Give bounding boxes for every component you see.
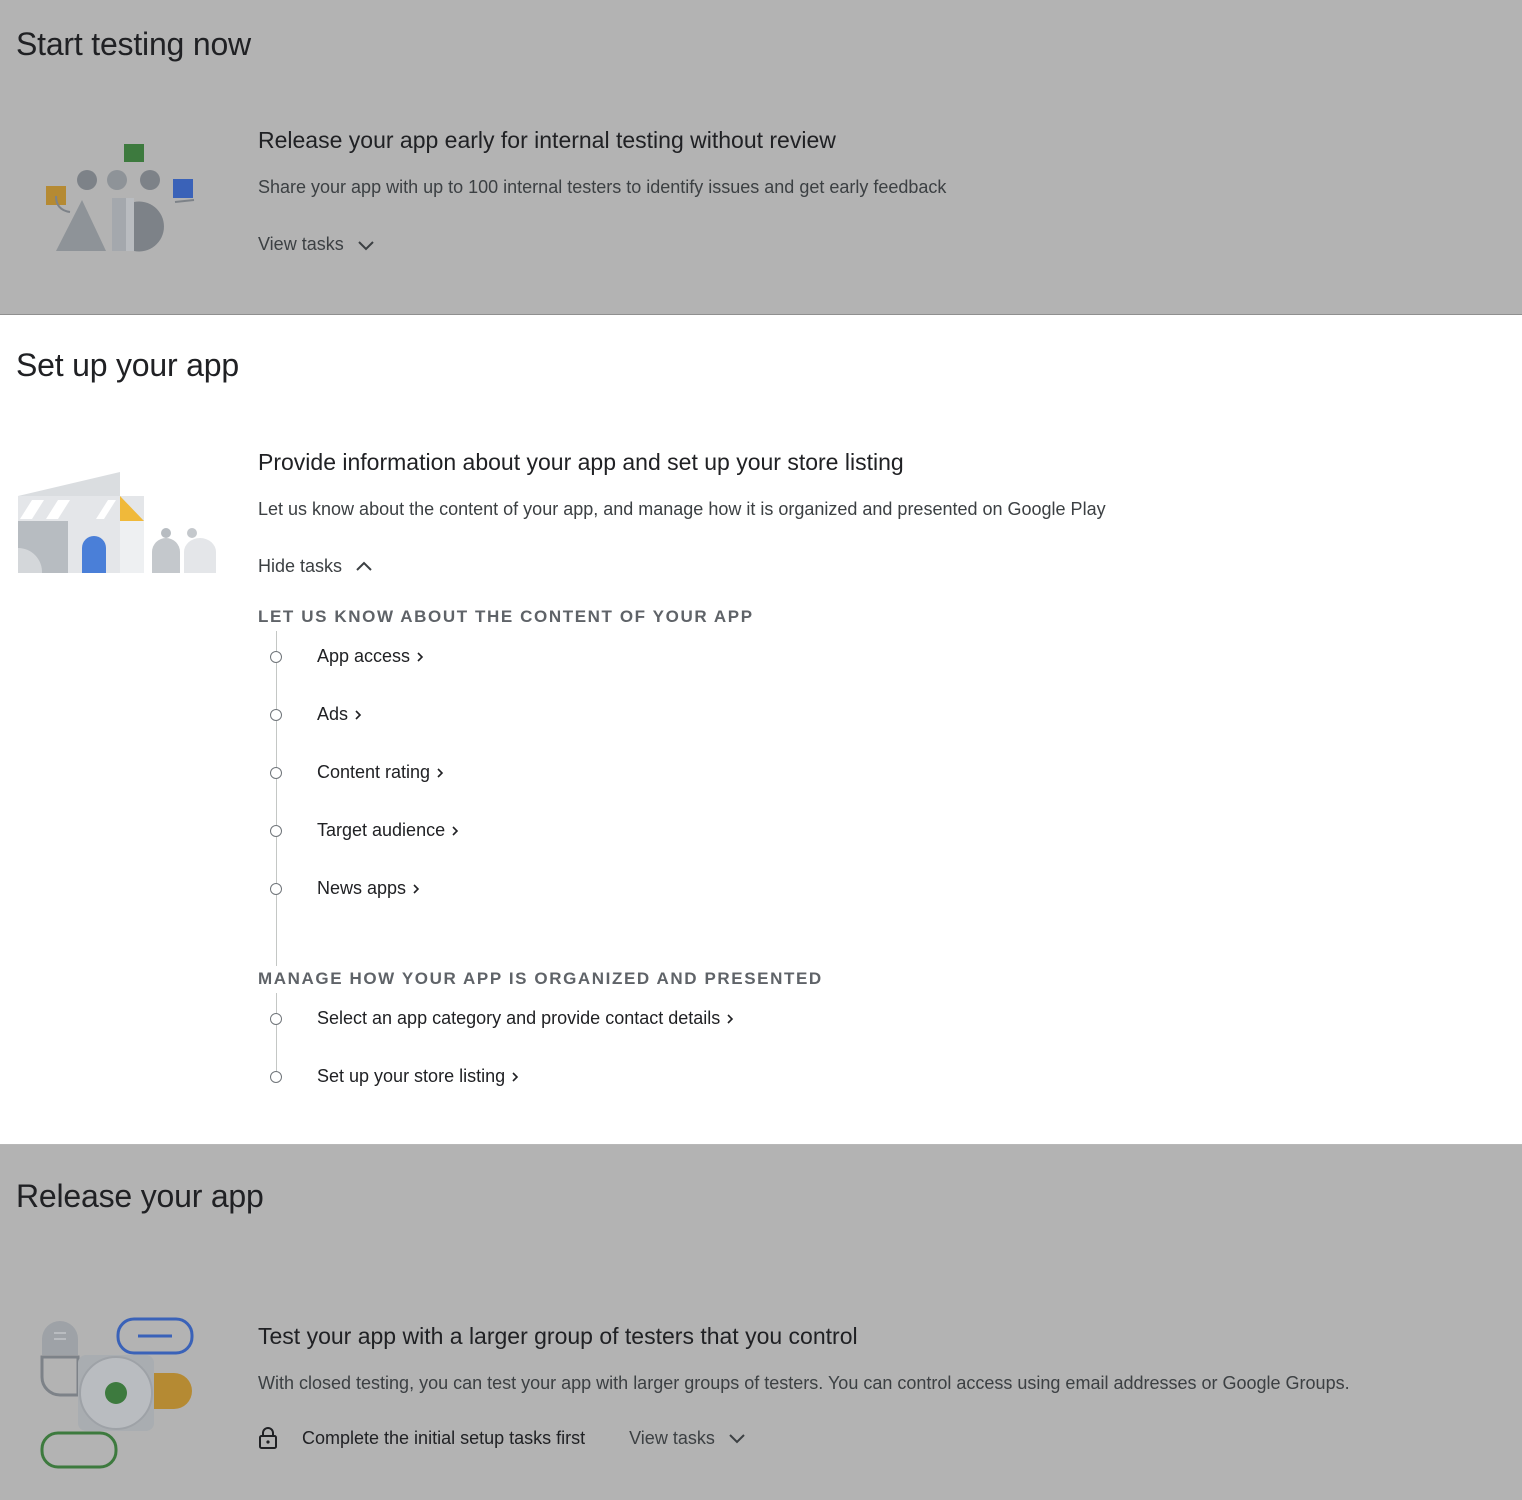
setup-hide-tasks-toggle[interactable]: Hide tasks [258,556,374,577]
start-testing-section: Start testing now Release your app early… [0,0,1522,315]
view-tasks-label: View tasks [629,1427,715,1448]
task-status-circle-icon [270,650,282,663]
section-title-release-app: Release your app [16,1178,264,1214]
task-label: Set up your store listing [317,1066,506,1086]
lock-icon [259,1427,277,1449]
internal-testing-card-title: Release your app early for internal test… [258,127,836,153]
section-title-set-up-app: Set up your app [16,347,239,383]
chevron-right-icon [413,883,420,894]
task-content-rating[interactable]: Content rating [270,762,446,783]
chevron-up-icon [356,561,372,571]
closed-testing-card-title: Test your app with a larger group of tes… [258,1323,858,1349]
task-store-listing[interactable]: Set up your store listing [270,1066,521,1087]
chevron-right-icon [437,767,444,778]
task-label: App access [317,646,411,666]
task-news-apps[interactable]: News apps [270,878,422,899]
chevron-right-icon [727,1013,734,1024]
task-status-circle-icon [270,766,282,779]
chevron-right-icon [512,1071,519,1082]
release-app-section: Release your app Test your app with a la… [0,1145,1522,1500]
task-group-heading-content: Let us know about the content of your ap… [258,607,754,626]
store-listing-card-title: Provide information about your app and s… [258,449,904,475]
view-tasks-label: View tasks [258,234,344,254]
task-target-audience[interactable]: Target audience [270,820,461,841]
internal-testing-card-description: Share your app with up to 100 internal t… [258,177,947,197]
store-listing-card-description: Let us know about the content of your ap… [258,499,1106,519]
task-status-circle-icon [270,1070,282,1083]
store-listing-illustration-icon [18,472,216,573]
task-timeline-line [276,993,277,1077]
internal-testing-view-tasks-toggle[interactable]: View tasks [258,234,376,255]
set-up-app-section: Set up your app Provide information abou… [0,315,1522,1145]
locked-message: Complete the initial setup tasks first [302,1427,586,1448]
task-ads[interactable]: Ads [270,704,364,725]
closed-testing-view-tasks-toggle[interactable]: View tasks [629,1428,747,1449]
chevron-right-icon [417,651,424,662]
task-label: Content rating [317,762,431,782]
task-label: Ads [317,704,349,724]
task-group-heading-organize: Manage how your app is organized and pre… [258,969,823,988]
chevron-down-icon [729,1434,745,1444]
chevron-right-icon [452,825,459,836]
chevron-down-icon [357,240,374,250]
hide-tasks-label: Hide tasks [258,556,343,576]
closed-testing-illustration-icon [40,1317,194,1469]
task-status-circle-icon [270,824,282,837]
task-status-circle-icon [270,708,282,721]
internal-testing-illustration-icon [46,144,195,252]
task-app-access[interactable]: App access [270,646,426,667]
section-title-start-testing: Start testing now [16,26,251,62]
closed-testing-locked-row: Complete the initial setup tasks first V… [258,1427,747,1449]
task-label: Select an app category and provide conta… [317,1008,721,1028]
task-label: News apps [317,878,407,898]
chevron-right-icon [355,709,362,720]
task-app-category-contact-details[interactable]: Select an app category and provide conta… [270,1008,736,1029]
task-label: Target audience [317,820,446,840]
task-timeline-line [276,631,277,966]
task-status-circle-icon [270,882,282,895]
task-status-circle-icon [270,1012,282,1025]
closed-testing-card-description: With closed testing, you can test your a… [258,1373,1350,1393]
